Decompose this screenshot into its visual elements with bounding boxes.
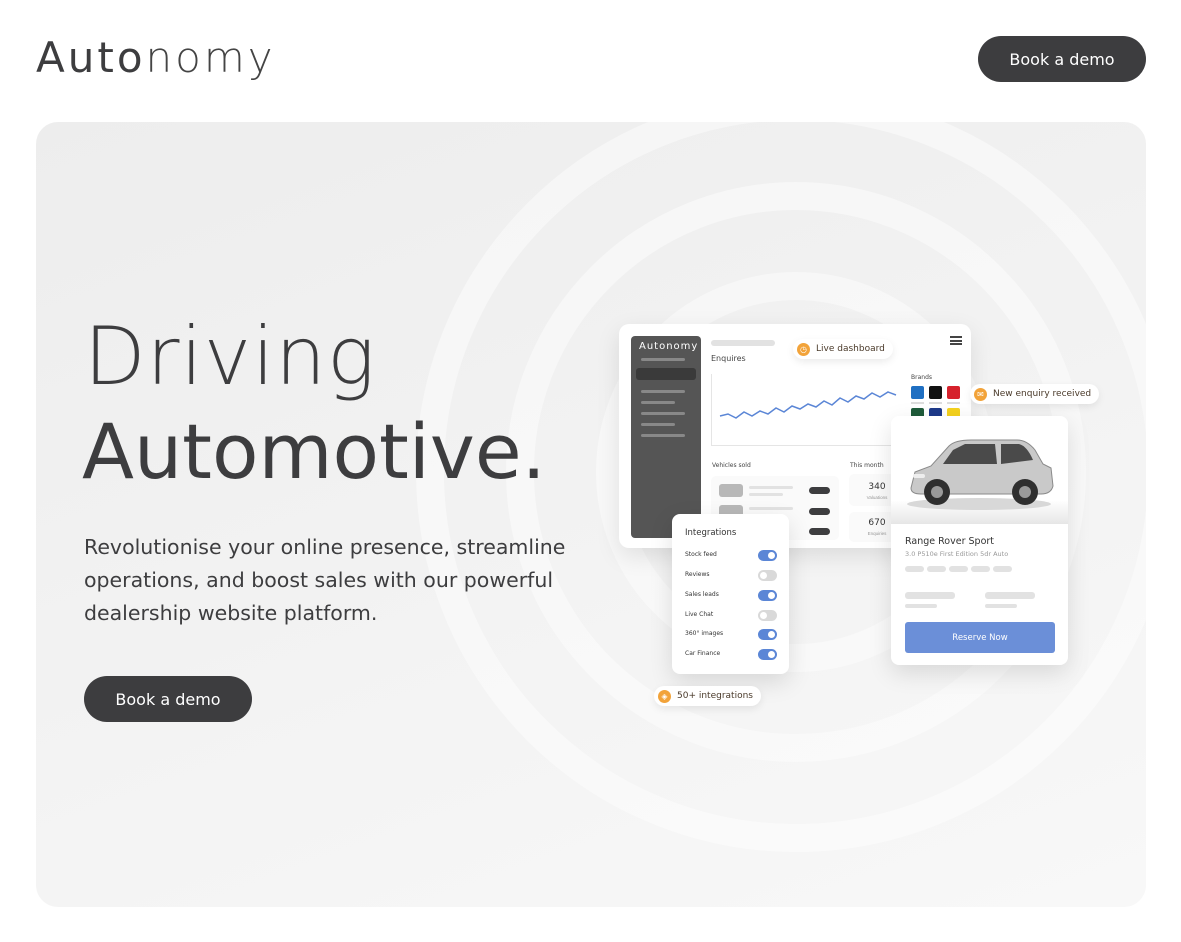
new-enquiry-chip: ✉ New enquiry received — [970, 384, 1100, 404]
integration-row-live-chat: Live Chat — [685, 610, 777, 622]
vehicle-feature-chip — [905, 566, 924, 572]
vehicle-feature-chip — [949, 566, 968, 572]
enquires-label: Enquires — [711, 354, 746, 363]
vehicle-feature-chip — [927, 566, 946, 572]
integration-row-360-images: 360° images — [685, 629, 777, 641]
integrations-count-label: 50+ integrations — [677, 691, 753, 701]
sidebar-placeholder-line — [641, 434, 685, 437]
live-dashboard-icon: ◷ — [797, 342, 810, 356]
integration-row-sales-leads: Sales leads — [685, 590, 777, 602]
integration-label: Stock feed — [685, 551, 717, 558]
vehicle-thumbnail — [719, 484, 743, 497]
brand-logo-tile — [911, 386, 924, 399]
reviews-toggle[interactable] — [758, 570, 777, 581]
integration-label: 360° images — [685, 630, 724, 637]
dashboard-logo: Autonomy — [639, 341, 699, 352]
vehicles-sold-label: Vehicles sold — [712, 462, 751, 469]
this-month-label: This month — [850, 462, 884, 469]
vehicle-status-pill — [809, 508, 830, 515]
shield-icon: ◈ — [658, 689, 671, 703]
sales-leads-toggle[interactable] — [758, 590, 777, 601]
vehicle-image — [891, 416, 1068, 524]
sidebar-placeholder-line — [641, 412, 685, 415]
brand-caption — [929, 402, 942, 404]
vehicle-price-placeholder — [905, 592, 955, 599]
enquires-chart-svg — [719, 391, 897, 419]
hero-headline-line2: Automotive. — [82, 407, 546, 496]
vehicle-price-placeholder — [985, 592, 1035, 599]
hamburger-menu-icon — [950, 336, 962, 345]
vehicle-placeholder-line — [749, 493, 783, 496]
360-images-toggle[interactable] — [758, 629, 777, 640]
brand-logo-tile — [947, 386, 960, 399]
vehicle-status-pill — [809, 528, 830, 535]
sidebar-placeholder-line — [641, 423, 675, 426]
integration-row-car-finance: Car Finance — [685, 649, 777, 661]
hero-lede: Revolutionise your online presence, stre… — [84, 535, 566, 625]
integrations-panel: Integrations Stock feed Reviews Sales le… — [672, 514, 789, 674]
car-finance-toggle[interactable] — [758, 649, 777, 660]
toggle-knob — [760, 612, 767, 619]
live-chat-toggle[interactable] — [758, 610, 777, 621]
hero-section: Driving Automotive. Revolutionise your o… — [36, 122, 1146, 907]
brand-logo-tile — [929, 386, 942, 399]
sidebar-placeholder-line — [641, 358, 685, 361]
hero-headline-line1: Driving — [84, 310, 376, 403]
toggle-knob — [760, 572, 767, 579]
vehicle-status-pill — [809, 487, 830, 494]
sidebar-placeholder-line — [641, 401, 675, 404]
header-book-demo-button[interactable]: Book a demo — [978, 36, 1146, 82]
brands-label: Brands — [911, 374, 932, 381]
vehicle-feature-chip — [971, 566, 990, 572]
vehicle-price-placeholder — [905, 604, 937, 608]
toggle-knob — [768, 631, 775, 638]
vehicle-card: Range Rover Sport 3.0 P510e First Editio… — [891, 416, 1068, 665]
vehicle-placeholder-line — [749, 486, 793, 489]
integration-label: Reviews — [685, 571, 710, 578]
new-enquiry-label: New enquiry received — [993, 389, 1092, 399]
integration-label: Live Chat — [685, 611, 714, 618]
integrations-title: Integrations — [685, 528, 737, 538]
logo-part-nomy: nomy — [145, 33, 276, 82]
dashboard-sidebar: Autonomy — [631, 336, 701, 538]
vehicle-feature-chip — [993, 566, 1012, 572]
integrations-count-chip: ◈ 50+ integrations — [654, 686, 761, 706]
stock-feed-toggle[interactable] — [758, 550, 777, 561]
vehicle-name: Range Rover Sport — [905, 536, 995, 547]
live-dashboard-chip: ◷ Live dashboard — [793, 339, 893, 359]
message-icon: ✉ — [974, 387, 987, 401]
live-dashboard-label: Live dashboard — [816, 344, 885, 354]
brand-caption — [911, 402, 924, 404]
vehicle-spec: 3.0 P510e First Edition 5dr Auto — [905, 550, 1009, 558]
autonomy-logo[interactable]: Autonomy — [36, 36, 276, 80]
sidebar-placeholder-line — [641, 390, 685, 393]
logo-part-auto: Auto — [36, 33, 146, 82]
vehicle-placeholder-line — [749, 507, 793, 510]
sidebar-active-item — [636, 368, 696, 380]
toggle-knob — [768, 592, 775, 599]
brand-caption — [947, 402, 960, 404]
toggle-knob — [768, 651, 775, 658]
reserve-now-button[interactable]: Reserve Now — [905, 622, 1055, 653]
integration-label: Car Finance — [685, 650, 721, 657]
integration-row-reviews: Reviews — [685, 570, 777, 582]
toggle-knob — [768, 552, 775, 559]
enquires-chart-line — [719, 391, 897, 419]
enquires-line-chart — [711, 374, 903, 446]
hero-book-demo-button[interactable]: Book a demo — [84, 676, 252, 722]
header-placeholder-bar — [711, 340, 775, 346]
car-illustration — [907, 439, 1054, 510]
integration-row-stock-feed: Stock feed — [685, 550, 777, 562]
vehicle-price-placeholder — [985, 604, 1017, 608]
integration-label: Sales leads — [685, 591, 719, 598]
